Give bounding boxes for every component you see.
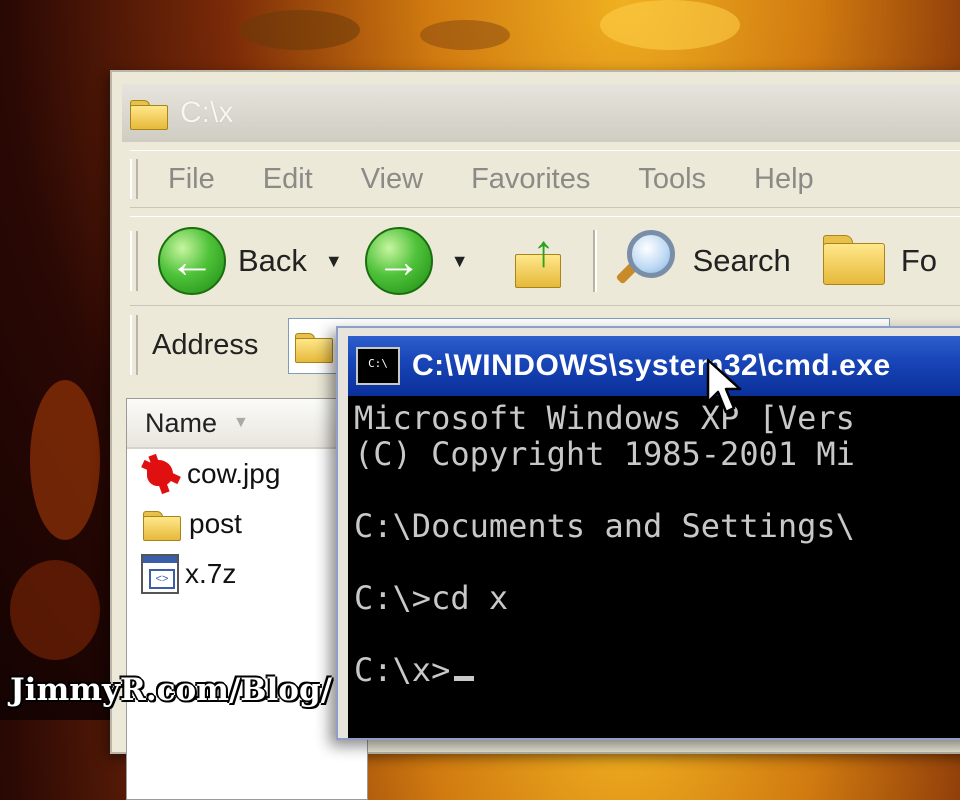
folders-button-label[interactable]: Fo: [901, 243, 937, 279]
forward-dropdown-icon[interactable]: ▼: [451, 251, 469, 272]
column-name-label: Name: [145, 407, 218, 438]
cmd-window[interactable]: C:\ C:\WINDOWS\system32\cmd.exe Microsof…: [336, 326, 960, 740]
console-line: C:\Documents and Settings\: [354, 507, 855, 545]
console-line: ​: [354, 544, 960, 580]
console-line: Microsoft Windows XP [Vers: [354, 399, 855, 437]
console-line: ​: [354, 472, 960, 508]
cmd-icon: C:\: [356, 347, 400, 385]
7z-archive-icon: <>: [141, 554, 179, 594]
cmd-title-bar[interactable]: C:\ C:\WINDOWS\system32\cmd.exe: [348, 336, 960, 396]
toolbar-separator: [592, 230, 597, 292]
window-title: C:\x: [180, 96, 234, 129]
console-prompt: C:\x>: [354, 651, 451, 689]
address-grip[interactable]: [130, 315, 138, 375]
sort-arrow-icon: ▼: [233, 414, 249, 431]
folder-icon: [293, 329, 335, 363]
search-icon[interactable]: [611, 226, 681, 296]
text-cursor: [454, 676, 475, 681]
console-line: (C) Copyright 1985-2001 Mi: [354, 435, 855, 473]
toolbar-grip[interactable]: [130, 231, 138, 291]
mouse-pointer-icon: [706, 358, 742, 414]
console-line: C:\>cd x: [354, 579, 509, 617]
search-button-label[interactable]: Search: [693, 243, 791, 279]
menu-favorites[interactable]: Favorites: [471, 163, 590, 196]
file-list[interactable]: Name ▼ cow.jpg post <> x.7z: [126, 398, 368, 800]
file-row-post[interactable]: post: [127, 499, 367, 549]
back-dropdown-icon[interactable]: ▼: [325, 251, 343, 272]
menu-grip[interactable]: [130, 159, 138, 199]
menu-view[interactable]: View: [361, 163, 423, 196]
console-prompt-line[interactable]: C:\x>: [354, 652, 960, 688]
watermark-text: JimmyR.com/Blog/: [10, 672, 332, 708]
explorer-title-bar[interactable]: C:\x: [122, 84, 960, 142]
file-name: cow.jpg: [187, 458, 281, 489]
folder-icon: [141, 507, 183, 541]
toolbar: ← Back ▼ → ▼ ↑ Search Fo: [130, 216, 960, 306]
menu-tools[interactable]: Tools: [638, 163, 706, 196]
cmd-window-title: C:\WINDOWS\system32\cmd.exe: [412, 349, 891, 382]
menu-file[interactable]: File: [168, 163, 215, 196]
file-row-x7z[interactable]: <> x.7z: [127, 549, 367, 599]
console-output[interactable]: Microsoft Windows XP [Vers (C) Copyright …: [348, 396, 960, 738]
folders-icon[interactable]: [821, 233, 889, 289]
folder-icon: [128, 96, 170, 130]
column-header-name[interactable]: Name ▼: [127, 399, 367, 449]
file-name: x.7z: [185, 558, 237, 589]
jpg-file-icon: [141, 453, 181, 495]
back-arrow-icon[interactable]: ←: [158, 227, 226, 295]
file-name: post: [189, 508, 242, 539]
menu-help[interactable]: Help: [754, 163, 814, 196]
forward-arrow-icon[interactable]: →: [364, 227, 433, 295]
console-line: ​: [354, 616, 960, 652]
file-row-cow[interactable]: cow.jpg: [127, 449, 367, 499]
menu-edit[interactable]: Edit: [263, 163, 313, 196]
up-folder-icon[interactable]: ↑: [511, 230, 567, 292]
address-label: Address: [152, 328, 259, 361]
back-button-label[interactable]: Back: [238, 243, 307, 279]
menu-bar: File Edit View Favorites Tools Help: [130, 150, 960, 208]
